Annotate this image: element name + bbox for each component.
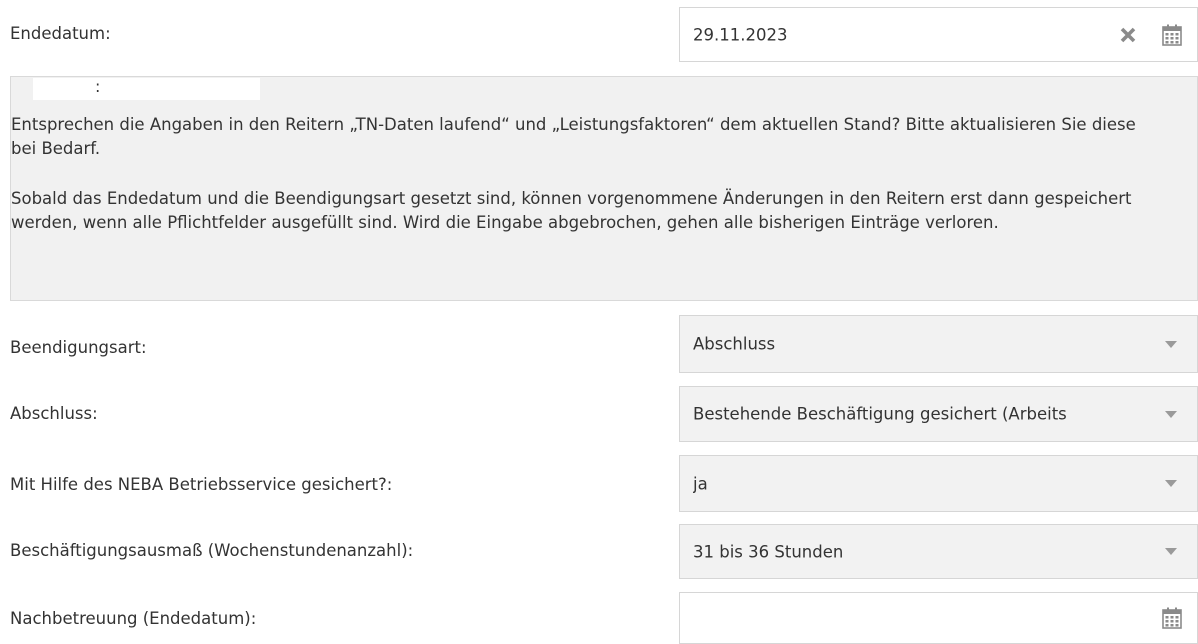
aftercare-label: Nachbetreuung (Endedatum): <box>10 609 257 628</box>
neba-row: Mit Hilfe des NEBA Betriebsservice gesic… <box>0 455 1198 515</box>
completion-value[interactable]: Bestehende Beschäftigung gesichert (Arbe… <box>693 405 1138 424</box>
chevron-down-icon[interactable] <box>1145 316 1197 372</box>
aftercare-date-field[interactable] <box>679 592 1198 644</box>
neba-label: Mit Hilfe des NEBA Betriebsservice gesic… <box>10 475 393 494</box>
end-date-value[interactable]: 29.11.2023 <box>693 25 787 44</box>
calendar-icon[interactable] <box>1161 607 1183 629</box>
end-date-label: Endedatum: <box>10 24 111 43</box>
completion-select[interactable]: Bestehende Beschäftigung gesichert (Arbe… <box>679 386 1198 442</box>
termination-type-label: Beendigungsart: <box>10 338 147 357</box>
neba-select[interactable]: ja <box>679 455 1198 512</box>
notice-paragraph-2: Sobald das Endedatum und die Beendigungs… <box>11 189 1132 232</box>
employment-extent-select[interactable]: 31 bis 36 Stunden <box>679 524 1198 579</box>
termination-type-select[interactable]: Abschluss <box>679 315 1198 373</box>
notice-paragraph-1: Entsprechen die Angaben in den Reitern „… <box>11 115 1136 158</box>
chevron-down-icon[interactable] <box>1145 387 1197 441</box>
chevron-down-icon[interactable] <box>1145 525 1197 578</box>
neba-value[interactable]: ja <box>693 474 708 493</box>
notice-heading-colon: : <box>95 77 101 96</box>
employment-extent-row: Beschäftigungsausmaß (Wochenstundenanzah… <box>0 524 1198 584</box>
completion-label: Abschluss: <box>10 404 98 423</box>
calendar-icon[interactable] <box>1161 24 1183 46</box>
completion-row: Abschluss: Bestehende Beschäftigung gesi… <box>0 386 1198 446</box>
employment-extent-label: Beschäftigungsausmaß (Wochenstundenanzah… <box>10 541 414 560</box>
times-icon[interactable] <box>1119 26 1137 44</box>
end-date-row: Endedatum: 29.11.2023 <box>0 0 1198 70</box>
redacted-heading <box>33 78 260 100</box>
aftercare-row: Nachbetreuung (Endedatum): <box>0 592 1198 644</box>
termination-type-value[interactable]: Abschluss <box>693 335 775 354</box>
chevron-down-icon[interactable] <box>1145 456 1197 511</box>
employment-extent-value[interactable]: 31 bis 36 Stunden <box>693 542 843 561</box>
termination-type-row: Beendigungsart: Abschluss <box>0 315 1198 375</box>
end-date-field[interactable]: 29.11.2023 <box>679 7 1198 62</box>
notice-box: : Entsprechen die Angaben in den Reitern… <box>10 76 1198 301</box>
